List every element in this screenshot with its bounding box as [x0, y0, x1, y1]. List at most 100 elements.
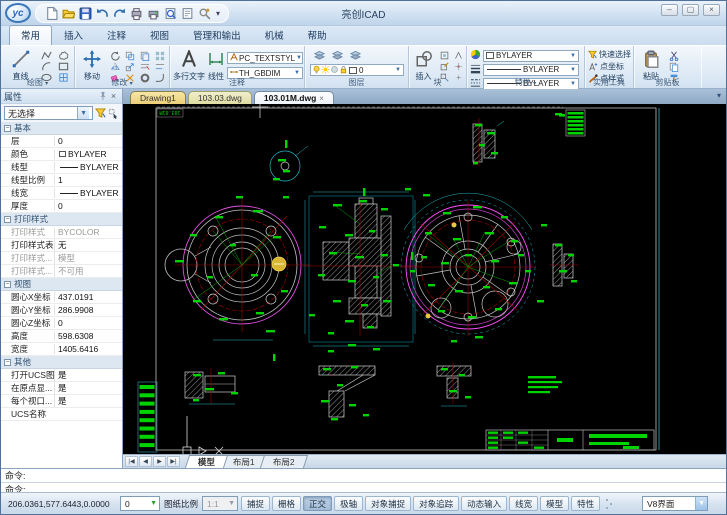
text-style-combo[interactable]: PC_TEXTSTYL ▼ [227, 52, 303, 64]
tool-copy[interactable] [138, 50, 152, 61]
layer-tool-3[interactable] [348, 50, 362, 61]
doc-tab-103-01m-dwg[interactable]: 103.01M.dwg × [253, 91, 334, 104]
property-row[interactable]: 打印样式表无 [1, 239, 122, 252]
property-row[interactable]: 圆心Z坐标 0 [1, 317, 122, 330]
lineweight-combo[interactable]: BYLAYER ▼ [483, 63, 579, 76]
property-value[interactable]: 598.6308 [54, 331, 122, 341]
layout-nav-0[interactable]: |◀ [125, 456, 138, 467]
property-value[interactable]: BYLAYER [54, 162, 122, 172]
toggle-ortho[interactable]: 正交 [303, 496, 333, 511]
group-label-modify[interactable]: 修改 ▾ [75, 78, 169, 88]
property-value[interactable]: 是 [54, 369, 122, 381]
property-value[interactable]: 1 [54, 175, 122, 185]
property-row[interactable]: 厚度 0 [1, 200, 122, 213]
section-header-basic[interactable]: − 基本 [1, 122, 122, 135]
tool-bedit[interactable] [437, 61, 451, 72]
mtext-button[interactable]: 多行文字 [173, 48, 205, 81]
collapse-icon[interactable]: − [4, 358, 11, 366]
properties-panel-header[interactable]: 属性 × [1, 89, 122, 104]
toggle-grid[interactable]: 栅格 [272, 496, 302, 511]
group-label-block[interactable]: 块 [409, 78, 466, 88]
tool-trim[interactable] [138, 61, 152, 72]
ui-mode-combo[interactable]: V8界面 ▼ [642, 496, 708, 511]
doc-tab-drawing1[interactable]: Drawing1 [130, 91, 186, 104]
collapse-icon[interactable]: − [4, 280, 11, 288]
toggle-polar[interactable]: 极轴 [334, 496, 364, 511]
property-row[interactable]: UCS名称 [1, 408, 122, 421]
tool-polyline[interactable] [39, 50, 53, 61]
layer-tool-2[interactable] [330, 50, 344, 61]
tool-array[interactable] [153, 50, 167, 61]
property-row[interactable]: 打开UCS图标是 [1, 369, 122, 382]
property-row[interactable]: 线宽 BYLAYER [1, 187, 122, 200]
tool-mirror[interactable] [108, 61, 122, 72]
group-label-properties[interactable]: 特性 ▾ [467, 78, 584, 88]
paper-scale-combo[interactable]: 1:1 ▼ [202, 496, 239, 511]
tab-close-icon[interactable]: × [319, 94, 324, 103]
property-row[interactable]: 线型比例 1 [1, 174, 122, 187]
layout-tab-model[interactable]: 模型 [184, 455, 229, 468]
property-value[interactable]: 模型 [54, 252, 122, 264]
layout-tab-layout2[interactable]: 布局2 [259, 455, 308, 468]
tool-revcloud[interactable] [56, 50, 70, 61]
insert-block-button[interactable]: 插入 [412, 48, 435, 81]
drawing-viewport[interactable]: 103.01M [123, 104, 726, 454]
ribbon-tab-help[interactable]: 帮助 [296, 25, 339, 45]
tool-cut[interactable] [667, 50, 681, 61]
toolbar-grip[interactable] [605, 497, 614, 510]
ribbon-tab-manage-output[interactable]: 管理和输出 [181, 25, 253, 45]
property-value[interactable]: 不可用 [54, 265, 122, 277]
property-value[interactable]: BYLAYER [54, 149, 122, 159]
property-row[interactable]: 圆心X坐标 437.0191 [1, 291, 122, 304]
property-row[interactable]: 宽度 1405.6416 [1, 343, 122, 356]
tool-bbase[interactable] [451, 61, 465, 72]
layer-tool-1[interactable] [312, 50, 326, 61]
toggle-snap[interactable]: 捕捉 [241, 496, 271, 511]
property-value[interactable]: 0 [54, 136, 122, 146]
quick-select-icon[interactable] [95, 107, 106, 119]
property-value[interactable]: 286.9908 [54, 305, 122, 315]
tool-rotate[interactable] [108, 50, 122, 61]
property-row[interactable]: 线型 BYLAYER [1, 161, 122, 174]
collapse-icon[interactable]: − [4, 124, 11, 132]
property-row[interactable]: 在原点显... 是 [1, 382, 122, 395]
property-value[interactable]: 1405.6416 [54, 344, 122, 354]
select-objects-icon[interactable] [108, 108, 119, 119]
group-label-annotate[interactable]: 注释 [170, 78, 304, 88]
close-button[interactable]: × [703, 4, 720, 16]
pin-icon[interactable] [97, 91, 108, 102]
maximize-button[interactable]: ▢ [682, 4, 699, 16]
elevation-combo[interactable]: 0 ▼ [120, 496, 160, 511]
property-row[interactable]: 颜色 BYLAYER [1, 148, 122, 161]
layout-nav-1[interactable]: ◀ [139, 456, 152, 467]
property-row[interactable]: 打印样式... 不可用 [1, 265, 122, 278]
section-header-plot-style[interactable]: − 打印样式 [1, 213, 122, 226]
ribbon-tab-home[interactable]: 常用 [9, 25, 53, 45]
property-row[interactable]: 打印样式... 模型 [1, 252, 122, 265]
group-label-layer[interactable]: 图层 [305, 78, 408, 88]
tool-rectangle[interactable] [56, 61, 70, 72]
selection-combo[interactable]: 无选择 ▼ [4, 106, 93, 120]
tool-arc[interactable] [39, 61, 53, 72]
property-row[interactable]: 每个视口... 是 [1, 395, 122, 408]
property-value[interactable]: BYLAYER [54, 188, 122, 198]
linear-dim-button[interactable]: 线性 [207, 48, 225, 81]
layer-combo[interactable]: 0 ▼ [310, 64, 404, 76]
panel-close-icon[interactable]: × [108, 91, 119, 102]
property-value[interactable]: 0 [54, 201, 122, 211]
property-row[interactable]: 层0 [1, 135, 122, 148]
utility-qselect[interactable]: 快速选择 [588, 49, 631, 60]
paste-button[interactable]: 粘贴 [637, 48, 665, 81]
property-value[interactable]: 是 [54, 382, 122, 394]
doc-tabs-menu-icon[interactable]: ▾ [717, 91, 721, 100]
doc-tab-103-03-dwg[interactable]: 103.03.dwg [187, 91, 252, 104]
ribbon-tab-view[interactable]: 视图 [138, 25, 181, 45]
group-label-draw[interactable]: 绘图 ▾ [1, 78, 74, 88]
line-button[interactable]: 直线 [4, 48, 37, 81]
layout-nav-3[interactable]: ▶| [167, 456, 180, 467]
toggle-otrack[interactable]: 对象追踪 [413, 496, 460, 511]
ribbon-tab-annotate[interactable]: 注释 [95, 25, 138, 45]
property-value[interactable]: BYCOLOR [54, 227, 122, 237]
coordinate-readout[interactable]: 206.0361,577.6443,0.0000 [5, 497, 117, 511]
utility-pcoord[interactable]: 点坐标 [588, 61, 631, 72]
